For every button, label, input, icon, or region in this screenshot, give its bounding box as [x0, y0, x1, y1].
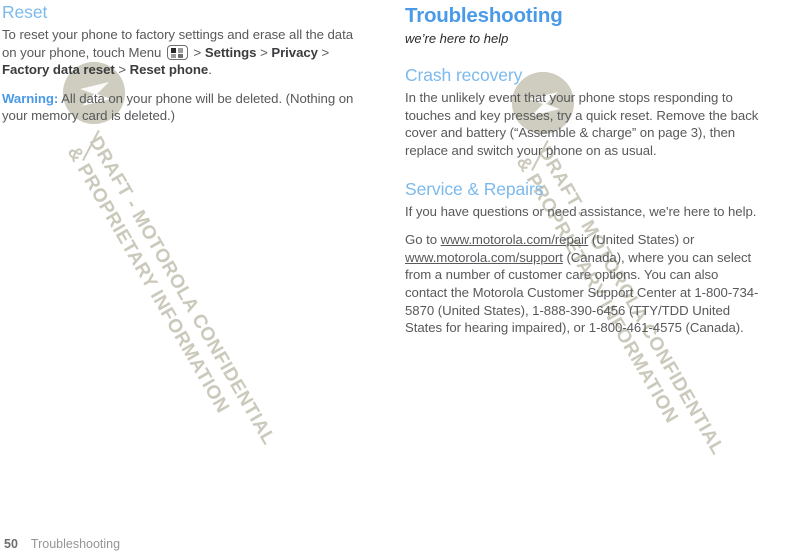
section-heading-service-repairs: Service & Repairs [405, 178, 544, 199]
page-title: Troubleshooting [405, 4, 563, 27]
menu-path-factory-data-reset: Factory data reset [2, 62, 115, 78]
menu-key-icon [166, 44, 188, 60]
menu-path-settings: Settings [204, 44, 257, 60]
footer-page-number: 50 [4, 537, 18, 551]
page-subtitle: we’re here to help [405, 30, 509, 46]
section-heading-crash-recovery: Crash recovery [405, 65, 523, 86]
section-heading-reset: Reset [2, 2, 48, 22]
link-motorola-repair[interactable]: www.motorola.com/repair [441, 232, 589, 247]
reset-instructions-paragraph: To reset your phone to factory settings … [2, 26, 360, 79]
separator-gt-3: > [317, 44, 330, 60]
footer-chapter-label: Troubleshooting [30, 537, 121, 551]
contact-lead: Go to [405, 232, 441, 248]
service-repairs-paragraph: If you have questions or need assistance… [405, 203, 757, 219]
left-column: Reset To reset your phone to factory set… [2, 0, 360, 125]
warning-paragraph: Warning: All data on your phone will be … [2, 90, 360, 125]
link-motorola-support[interactable]: www.motorola.com/support [405, 250, 563, 265]
page-content: Reset To reset your phone to factory set… [0, 0, 810, 559]
menu-path-privacy: Privacy [271, 44, 318, 60]
separator-gt-1: > [189, 44, 205, 60]
separator-gt-2: > [256, 44, 272, 60]
crash-recovery-paragraph: In the unlikely event that your phone st… [405, 90, 759, 158]
separator-gt-4: > [114, 62, 130, 78]
right-column: Troubleshooting we’re here to help Crash… [405, 0, 763, 337]
contact-paragraph: Go to www.motorola.com/repair (United St… [405, 231, 763, 337]
warning-label: Warning: [2, 90, 59, 106]
menu-path-reset-phone: Reset phone [129, 62, 209, 78]
contact-mid-1: (United States) or [588, 232, 695, 248]
page-footer: 50 Troubleshooting [4, 537, 120, 551]
reset-text-end: . [208, 62, 212, 78]
